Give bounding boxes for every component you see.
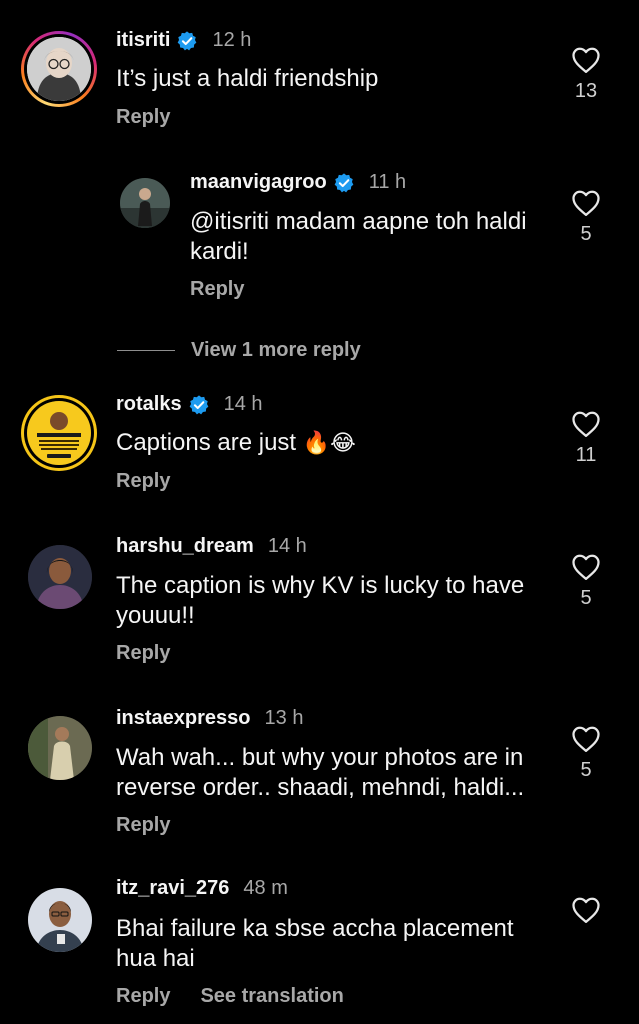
username[interactable]: rotalks xyxy=(116,393,182,416)
timestamp: 12 h xyxy=(212,29,252,51)
like-count: 5 xyxy=(580,223,592,245)
username[interactable]: instaexpresso xyxy=(116,707,251,730)
heart-icon[interactable] xyxy=(571,410,601,438)
comment-text-line: Bhai failure ka sbse accha placement xyxy=(116,915,514,942)
avatar[interactable] xyxy=(28,545,92,609)
timestamp: 14 h xyxy=(223,393,263,415)
comment-text: Captions are just 🔥😂 xyxy=(116,428,356,458)
comment-text-line: @itisriti madam aapne toh haldi xyxy=(190,208,527,235)
reply-button[interactable]: Reply xyxy=(116,814,170,837)
story-ring[interactable] xyxy=(21,31,97,107)
verified-badge-icon xyxy=(176,30,198,52)
heart-icon[interactable] xyxy=(571,189,601,217)
heart-icon[interactable] xyxy=(571,896,601,924)
avatar[interactable] xyxy=(27,401,91,465)
comment-text-line: Wah wah... but why your photos are in xyxy=(116,744,524,771)
profile-photo-icon xyxy=(27,37,91,101)
comment-text-body: Captions are just xyxy=(116,429,297,456)
timestamp: 13 h xyxy=(264,707,304,729)
like-control xyxy=(561,896,611,924)
like-control: 5 xyxy=(561,189,611,246)
comment-text: @itisriti madam aapne toh haldi kardi! xyxy=(190,207,527,267)
see-translation-button[interactable]: See translation xyxy=(200,985,343,1008)
avatar[interactable] xyxy=(27,37,91,101)
reply-button[interactable]: Reply xyxy=(116,106,170,129)
like-count: 13 xyxy=(574,80,598,102)
timestamp: 48 m xyxy=(243,877,288,899)
divider xyxy=(117,350,175,351)
username[interactable]: itisriti xyxy=(116,29,170,52)
username[interactable]: maanvigagroo xyxy=(190,171,327,194)
profile-photo-icon xyxy=(28,716,92,780)
comment-text-line: The caption is why KV is lucky to have xyxy=(116,572,525,599)
fire-laugh-emoji: 🔥😂 xyxy=(302,430,356,455)
like-control: 5 xyxy=(561,725,611,782)
heart-icon[interactable] xyxy=(571,46,601,74)
reply-button[interactable]: Reply xyxy=(116,470,170,493)
comment-text-line: kardi! xyxy=(190,238,249,265)
comment-text: It’s just a haldi friendship xyxy=(116,65,379,92)
comment-text: Wah wah... but why your photos are in re… xyxy=(116,743,524,803)
profile-photo-icon xyxy=(27,401,91,465)
avatar[interactable] xyxy=(28,888,92,952)
heart-icon[interactable] xyxy=(571,553,601,581)
timestamp: 11 h xyxy=(368,171,407,193)
like-count: 5 xyxy=(580,759,592,781)
verified-badge-icon xyxy=(188,394,210,416)
profile-photo-icon xyxy=(120,178,170,228)
username[interactable]: itz_ravi_276 xyxy=(116,877,229,900)
comment-text: Bhai failure ka sbse accha placement hua… xyxy=(116,914,514,974)
like-count: 5 xyxy=(580,587,592,609)
username[interactable]: harshu_dream xyxy=(116,535,254,558)
reply-button[interactable]: Reply xyxy=(116,642,170,665)
comment-text-line: reverse order.. shaadi, mehndi, haldi... xyxy=(116,774,525,801)
profile-photo-icon xyxy=(28,888,92,952)
view-more-replies[interactable]: View 1 more reply xyxy=(117,339,361,362)
reply-button[interactable]: Reply xyxy=(190,278,244,301)
like-control: 13 xyxy=(561,46,611,103)
story-ring[interactable] xyxy=(21,395,97,471)
avatar[interactable] xyxy=(28,716,92,780)
timestamp: 14 h xyxy=(267,535,307,557)
profile-photo-icon xyxy=(28,545,92,609)
comment-text-line: youuu!! xyxy=(116,602,195,629)
like-count: 11 xyxy=(575,444,597,466)
avatar[interactable] xyxy=(120,178,170,228)
like-control: 5 xyxy=(561,553,611,610)
heart-icon[interactable] xyxy=(571,725,601,753)
reply-button[interactable]: Reply xyxy=(116,985,170,1008)
verified-badge-icon xyxy=(333,172,355,194)
comment-text-line: hua hai xyxy=(116,945,195,972)
like-control: 11 xyxy=(561,410,611,467)
view-more-replies-label[interactable]: View 1 more reply xyxy=(191,339,361,362)
comment-text: The caption is why KV is lucky to have y… xyxy=(116,571,524,631)
